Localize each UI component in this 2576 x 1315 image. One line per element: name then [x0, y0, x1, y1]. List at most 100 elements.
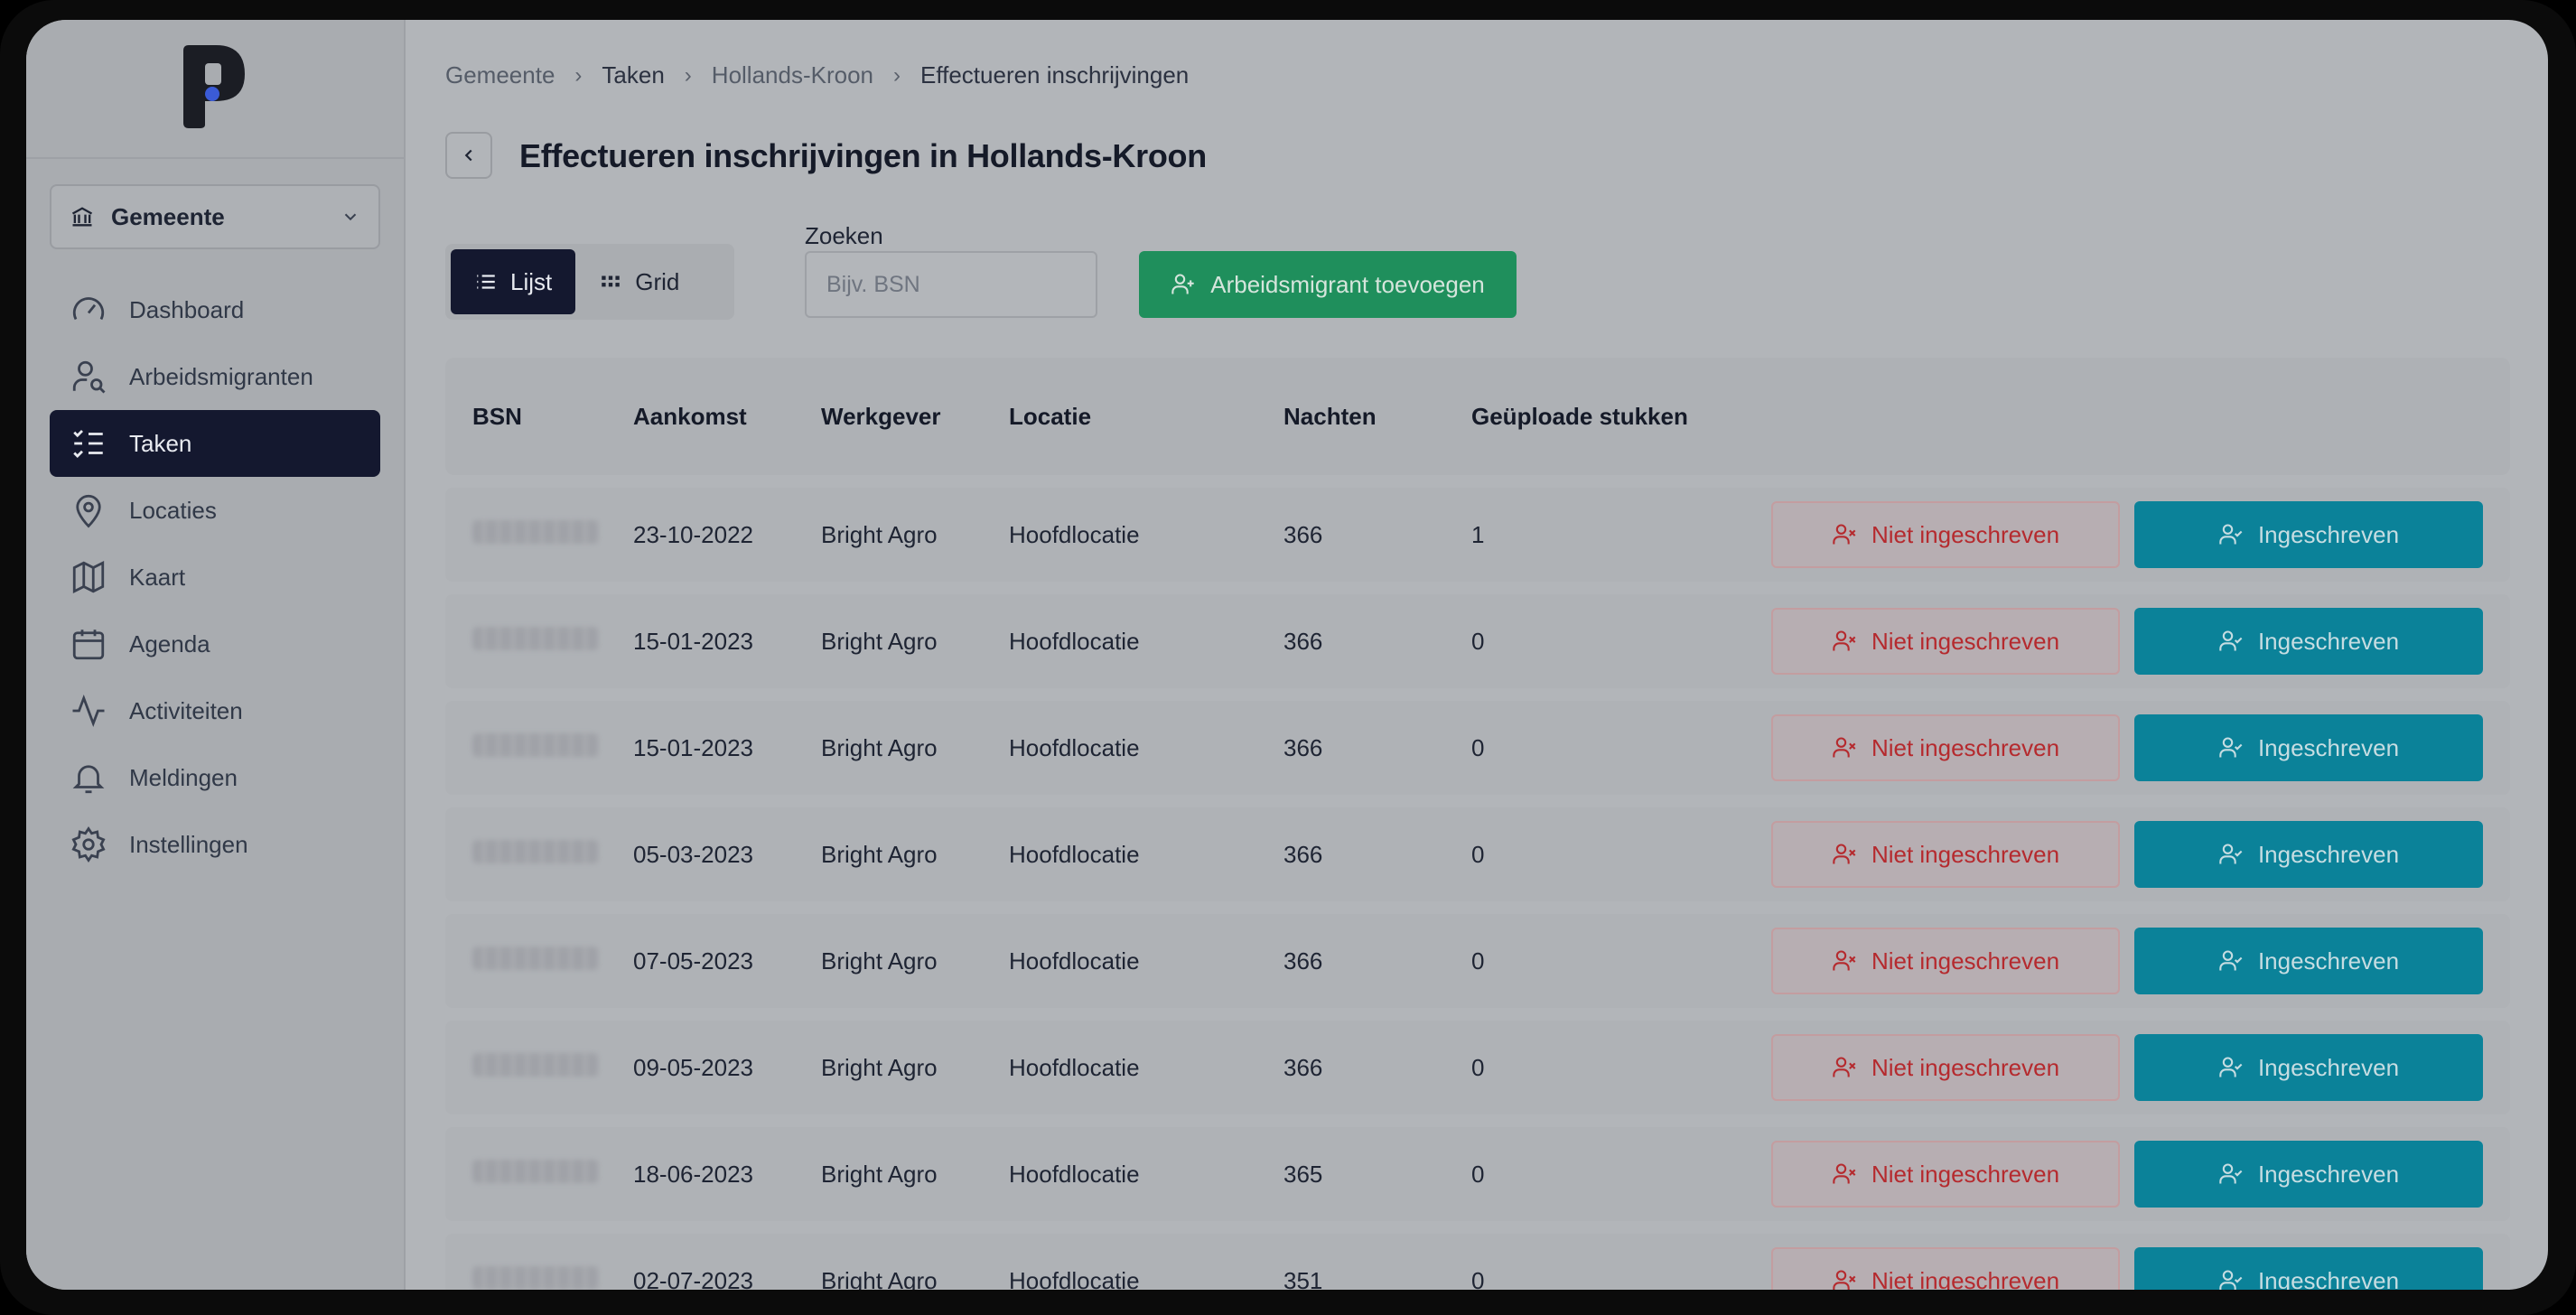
column-header-locatie[interactable]: Locatie: [1009, 403, 1283, 431]
sidebar-item-taken[interactable]: Taken: [50, 410, 380, 477]
add-migrant-label: Arbeidsmigrant toevoegen: [1210, 270, 1485, 298]
breadcrumb: Gemeente › Taken › Hollands-Kroon › Effe…: [445, 61, 1189, 89]
column-header-uploads[interactable]: Geüploade stukken: [1471, 403, 1742, 431]
bank-icon: [71, 207, 93, 227]
registered-button[interactable]: Ingeschreven: [2134, 714, 2483, 781]
arrival-cell: 07-05-2023: [633, 947, 753, 975]
registrations-table: BSN Aankomst Werkgever Locatie Nachten G…: [445, 358, 2510, 1290]
redacted-bsn: [472, 1265, 599, 1290]
chevron-right-icon: ›: [684, 62, 692, 88]
employer-cell: Bright Agro: [821, 1266, 938, 1291]
not-registered-button[interactable]: Niet ingeschreven: [1771, 501, 2120, 568]
sidebar-item-locaties[interactable]: Locaties: [50, 477, 380, 544]
breadcrumb-item-current: Effectueren inschrijvingen: [920, 61, 1190, 89]
employer-cell: Bright Agro: [821, 840, 938, 868]
column-header-bsn[interactable]: BSN: [445, 403, 633, 431]
user-check-icon: [2219, 1163, 2243, 1184]
arrival-cell: 09-05-2023: [633, 1053, 753, 1081]
not-registered-label: Niet ingeschreven: [1871, 1160, 2060, 1188]
user-check-icon: [2219, 1057, 2243, 1077]
table-row: 07-05-2023 Bright Agro Hoofdlocatie 366 …: [445, 914, 2510, 1008]
registered-button[interactable]: Ingeschreven: [2134, 928, 2483, 994]
not-registered-label: Niet ingeschreven: [1871, 947, 2060, 975]
registered-button[interactable]: Ingeschreven: [2134, 608, 2483, 675]
organization-select[interactable]: Gemeente: [50, 184, 380, 249]
bsn-cell: [445, 946, 633, 976]
user-x-icon: [1833, 630, 1856, 651]
bsn-cell: [445, 626, 633, 657]
redacted-bsn: [472, 732, 599, 757]
sidebar-item-dashboard[interactable]: Dashboard: [50, 276, 380, 343]
user-check-icon: [2219, 737, 2243, 758]
sidebar-item-instellingen[interactable]: Instellingen: [50, 811, 380, 878]
registered-button[interactable]: Ingeschreven: [2134, 501, 2483, 568]
registered-label: Ingeschreven: [2257, 1053, 2400, 1081]
nights-cell: 366: [1283, 627, 1323, 655]
search-label: Zoeken: [805, 222, 883, 249]
column-header-werkgever[interactable]: Werkgever: [821, 403, 1009, 431]
sidebar-item-meldingen[interactable]: Meldingen: [50, 744, 380, 811]
employer-cell: Bright Agro: [821, 1160, 938, 1188]
add-migrant-button[interactable]: Arbeidsmigrant toevoegen: [1139, 251, 1517, 318]
arrival-cell: 15-01-2023: [633, 627, 753, 655]
column-header-nachten[interactable]: Nachten: [1283, 403, 1471, 431]
employer-cell: Bright Agro: [821, 947, 938, 975]
registered-button[interactable]: Ingeschreven: [2134, 1034, 2483, 1101]
not-registered-button[interactable]: Niet ingeschreven: [1771, 714, 2120, 781]
registered-button[interactable]: Ingeschreven: [2134, 1141, 2483, 1208]
not-registered-button[interactable]: Niet ingeschreven: [1771, 928, 2120, 994]
grid-view-button[interactable]: Grid: [575, 249, 703, 314]
actions-cell: Niet ingeschreven Ingeschreven: [1742, 1247, 2510, 1290]
sidebar-item-arbeidsmigranten[interactable]: Arbeidsmigranten: [50, 343, 380, 410]
user-x-icon: [1833, 844, 1856, 864]
nights-cell: 366: [1283, 733, 1323, 761]
breadcrumb-item-hollands-kroon[interactable]: Hollands-Kroon: [712, 61, 873, 89]
sidebar-item-label: Arbeidsmigranten: [129, 362, 313, 390]
breadcrumb-item-taken[interactable]: Taken: [602, 61, 664, 89]
redacted-bsn: [472, 626, 599, 650]
gear-icon: [71, 825, 106, 863]
logo-area: [26, 20, 406, 159]
sidebar-item-activiteiten[interactable]: Activiteiten: [50, 677, 380, 744]
breadcrumb-item-gemeente[interactable]: Gemeente: [445, 61, 555, 89]
user-check-icon: [2219, 950, 2243, 971]
registered-button[interactable]: Ingeschreven: [2134, 821, 2483, 888]
app-logo[interactable]: [180, 43, 248, 130]
actions-cell: Niet ingeschreven Ingeschreven: [1742, 1034, 2510, 1101]
user-check-icon: [2219, 524, 2243, 545]
registered-button[interactable]: Ingeschreven: [2134, 1247, 2483, 1290]
organization-label: Gemeente: [111, 202, 225, 230]
bsn-cell: [445, 519, 633, 550]
nights-cell: 366: [1283, 840, 1323, 868]
not-registered-button[interactable]: Niet ingeschreven: [1771, 608, 2120, 675]
back-button[interactable]: [445, 132, 492, 179]
sidebar-item-kaart[interactable]: Kaart: [50, 544, 380, 611]
calendar-icon: [72, 630, 105, 660]
redacted-bsn: [472, 519, 599, 544]
not-registered-button[interactable]: Niet ingeschreven: [1771, 1141, 2120, 1208]
location-cell: Hoofdlocatie: [1009, 1053, 1140, 1081]
sidebar-item-label: Taken: [129, 429, 192, 457]
registered-label: Ingeschreven: [2257, 627, 2400, 655]
sidebar-item-label: Locaties: [129, 496, 217, 524]
registered-label: Ingeschreven: [2257, 1160, 2400, 1188]
sidebar-item-label: Meldingen: [129, 763, 238, 791]
not-registered-button[interactable]: Niet ingeschreven: [1771, 1247, 2120, 1290]
sidebar-item-label: Agenda: [129, 630, 210, 658]
map-icon: [72, 560, 105, 594]
arrival-cell: 02-07-2023: [633, 1266, 753, 1291]
sidebar-item-label: Activiteiten: [129, 696, 243, 724]
actions-cell: Niet ingeschreven Ingeschreven: [1742, 821, 2510, 888]
list-view-button[interactable]: Lijst: [451, 249, 576, 314]
not-registered-button[interactable]: Niet ingeschreven: [1771, 1034, 2120, 1101]
bsn-cell: [445, 1052, 633, 1083]
user-check-icon: [2219, 844, 2243, 864]
sidebar-item-agenda[interactable]: Agenda: [50, 611, 380, 677]
not-registered-button[interactable]: Niet ingeschreven: [1771, 821, 2120, 888]
sidebar-item-label: Dashboard: [129, 295, 245, 323]
column-header-aankomst[interactable]: Aankomst: [633, 403, 821, 431]
uploads-cell: 0: [1471, 947, 1485, 975]
grid-view-label: Grid: [635, 267, 680, 295]
grid-icon: [602, 275, 620, 287]
search-input[interactable]: [805, 251, 1097, 318]
